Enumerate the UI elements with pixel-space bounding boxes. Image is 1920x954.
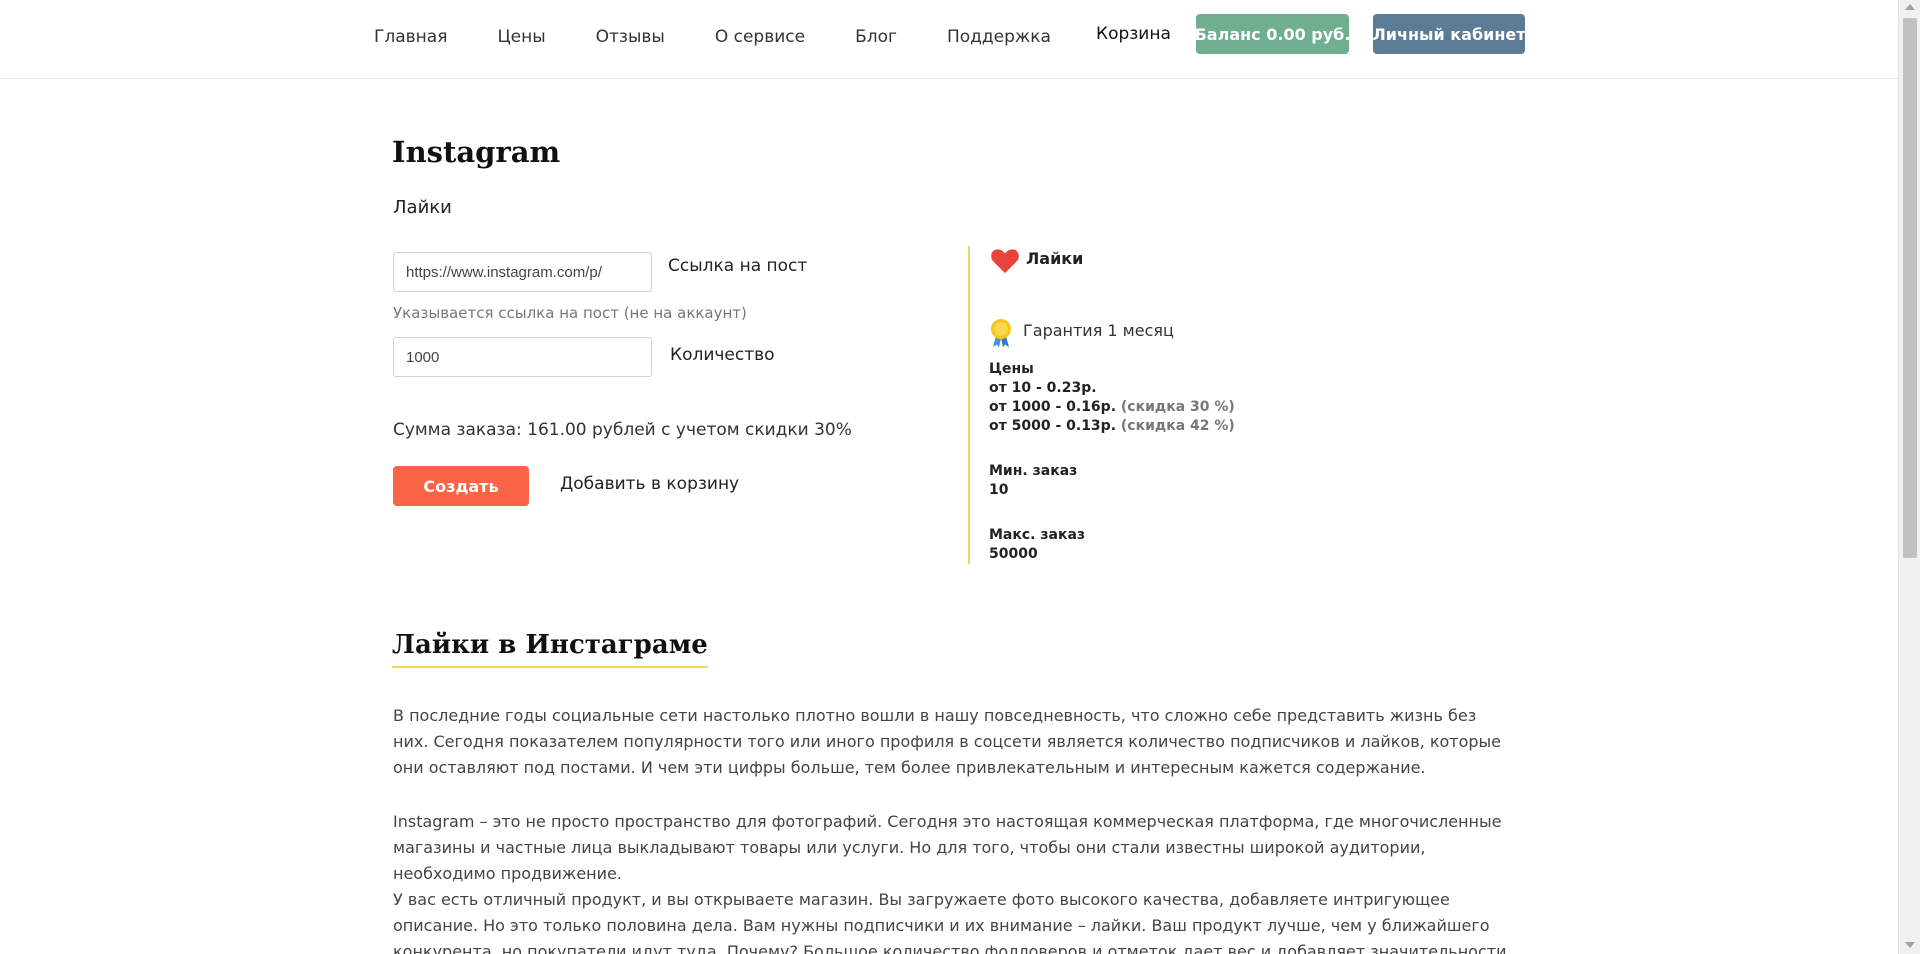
scroll-thumb[interactable]	[1903, 18, 1917, 558]
price-discount: (скидка 42 %)	[1120, 418, 1235, 434]
nav-support[interactable]: Поддержка	[947, 27, 1051, 47]
add-to-cart-link[interactable]: Добавить в корзину	[560, 474, 739, 494]
article-paragraph: В последние годы социальные сети настоль…	[393, 706, 1502, 777]
nav-prices[interactable]: Цены	[497, 27, 545, 47]
max-order-label: Макс. заказ	[989, 527, 1086, 543]
balance-button[interactable]: Баланс 0.00 руб.	[1195, 14, 1350, 54]
post-link-hint: Указывается ссылка на пост (не на аккаун…	[393, 304, 747, 322]
article-title: Лайки в Инстаграме	[392, 630, 708, 668]
quantity-input[interactable]	[393, 337, 652, 377]
page-title: Instagram	[392, 135, 561, 169]
order-sum: Сумма заказа: 161.00 рублей с учетом ски…	[393, 420, 852, 440]
info-divider	[968, 246, 970, 564]
price-row: от 5000 - 0.13р. (скидка 42 %)	[989, 417, 1235, 436]
price-text: от 10 - 0.23р.	[989, 380, 1097, 396]
price-row: от 1000 - 0.16р. (скидка 30 %)	[989, 398, 1235, 417]
max-order: Макс. заказ 50000	[989, 526, 1085, 564]
info-service-title: Лайки	[1026, 249, 1084, 268]
medal-icon	[991, 319, 1011, 348]
nav-reviews[interactable]: Отзывы	[596, 27, 665, 47]
cabinet-button[interactable]: Личный кабинет	[1373, 14, 1526, 54]
price-text: от 1000 - 0.16р.	[989, 399, 1117, 415]
post-link-input[interactable]	[393, 252, 652, 292]
max-order-value: 50000	[989, 546, 1038, 562]
prices-block: Цены от 10 - 0.23р. от 1000 - 0.16р. (ск…	[989, 360, 1235, 436]
top-header: Главная Цены Отзывы О сервисе Блог Подде…	[0, 0, 1898, 79]
quantity-label: Количество	[670, 345, 775, 365]
article-paragraph: Instagram – это не просто пространство д…	[393, 812, 1502, 883]
guarantee-text: Гарантия 1 месяц	[1023, 321, 1174, 340]
create-order-button[interactable]: Создать	[393, 466, 529, 506]
min-order-value: 10	[989, 482, 1009, 498]
page-scrollbar[interactable]	[1898, 0, 1920, 954]
main-nav: Главная Цены Отзывы О сервисе Блог Подде…	[374, 27, 1101, 47]
min-order-label: Мин. заказ	[989, 463, 1078, 479]
article-paragraph: У вас есть отличный продукт, и вы открыв…	[393, 890, 1507, 954]
service-name: Лайки	[393, 197, 452, 218]
post-link-label: Ссылка на пост	[668, 256, 808, 276]
cart-link[interactable]: Корзина	[1096, 24, 1171, 44]
price-row: от 10 - 0.23р.	[989, 379, 1235, 398]
nav-about[interactable]: О сервисе	[715, 27, 805, 47]
scroll-down-arrow-icon[interactable]	[1905, 942, 1915, 948]
nav-home[interactable]: Главная	[374, 27, 447, 47]
price-discount: (скидка 30 %)	[1120, 399, 1235, 415]
nav-blog[interactable]: Блог	[855, 27, 897, 47]
scroll-up-arrow-icon[interactable]	[1905, 4, 1915, 10]
heart-icon	[991, 249, 1019, 274]
price-text: от 5000 - 0.13р.	[989, 418, 1117, 434]
prices-title: Цены	[989, 361, 1034, 377]
min-order: Мин. заказ 10	[989, 462, 1077, 500]
